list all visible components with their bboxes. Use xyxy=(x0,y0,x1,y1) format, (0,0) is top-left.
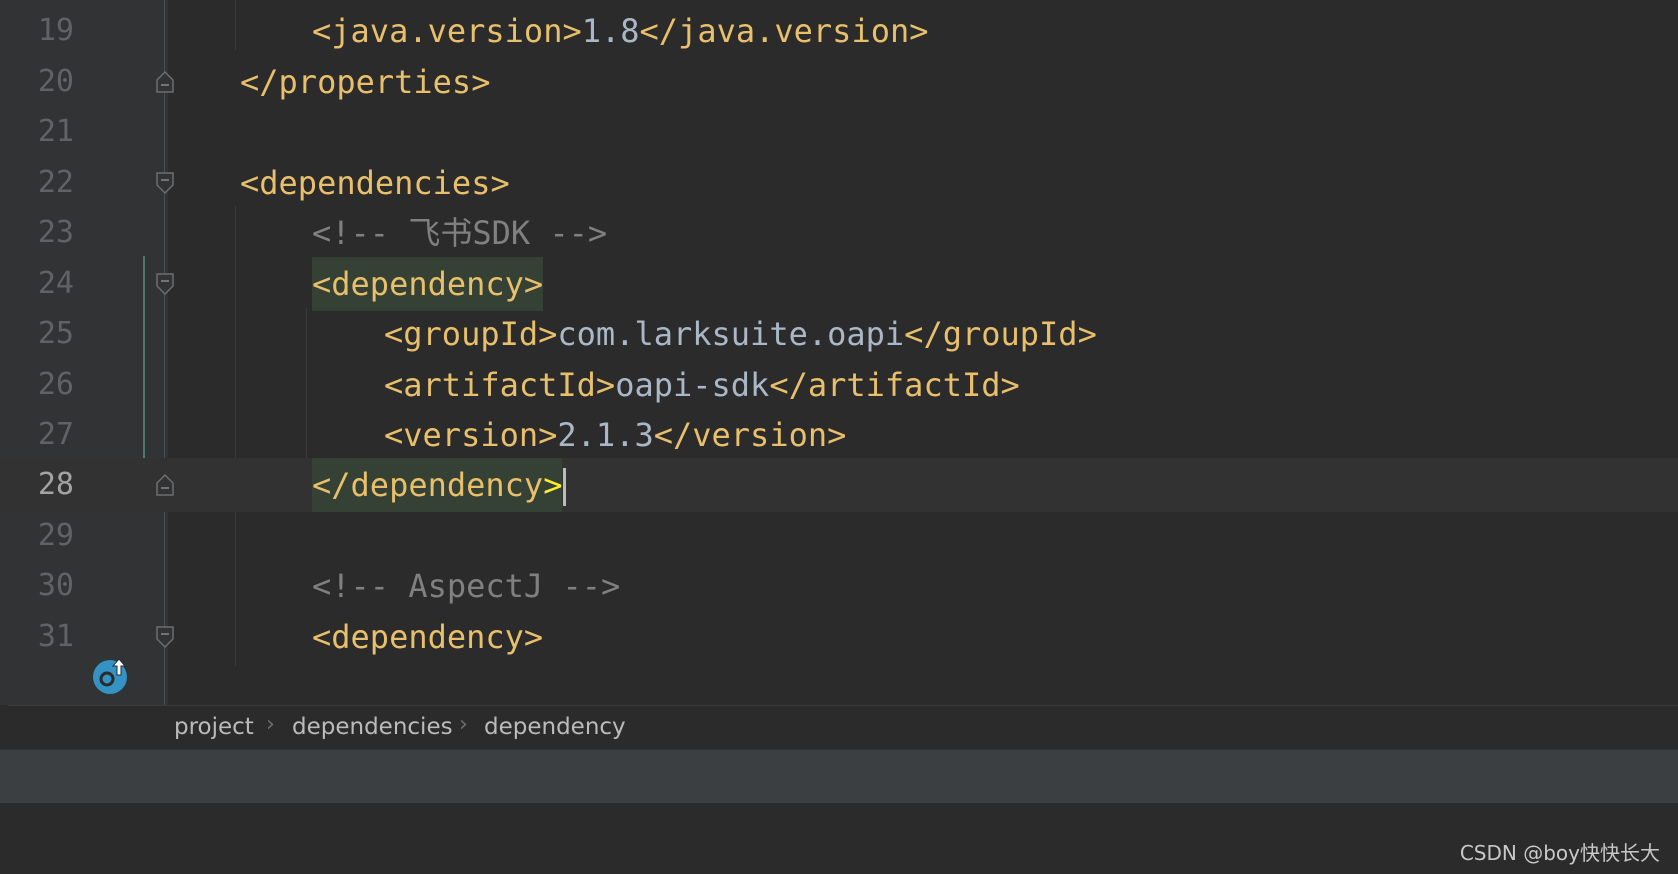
xml-open-tag: <dependency> xyxy=(312,618,544,656)
breadcrumb-item-dependency[interactable]: dependency xyxy=(484,714,626,740)
xml-close-tag: </version> xyxy=(653,416,847,454)
code-line[interactable]: 20 </properties> xyxy=(0,55,1678,109)
code-line[interactable]: 19 <java.version>1.8</java.version> xyxy=(0,4,1678,58)
line-number: 23 xyxy=(37,215,74,250)
line-number: 28 xyxy=(37,467,74,502)
code-text: </properties> xyxy=(240,55,490,109)
breadcrumb: project › dependencies › dependency xyxy=(8,705,1678,749)
xml-value: 1.8 xyxy=(581,12,640,50)
xml-value: com.larksuite.oapi xyxy=(557,315,905,353)
code-text: <dependency> xyxy=(312,610,543,664)
line-number: 29 xyxy=(37,518,74,553)
xml-comment: <!-- AspectJ --> xyxy=(312,567,621,605)
xml-open-tag: <java.version> xyxy=(312,12,582,50)
bottom-panel: CSDN @boy快快长大 xyxy=(0,803,1678,874)
fold-marker-icon[interactable] xyxy=(155,171,175,195)
line-number: 27 xyxy=(37,417,74,452)
code-line[interactable]: 31 <dependency> xyxy=(0,610,1678,664)
code-text: <dependencies> xyxy=(240,156,510,210)
line-number: 22 xyxy=(37,165,74,200)
xml-value: oapi-sdk xyxy=(615,366,770,404)
code-line[interactable]: 27 <version>2.1.3</version> xyxy=(0,408,1678,462)
line-number: 20 xyxy=(37,64,74,99)
line-number: 30 xyxy=(37,568,74,603)
editor-bottom-strip xyxy=(0,749,1678,804)
text-caret xyxy=(563,468,567,506)
code-line[interactable]: 23 <!-- 飞书SDK --> xyxy=(0,206,1678,260)
xml-close-tag: </groupId> xyxy=(904,315,1097,353)
code-text: <artifactId>oapi-sdk</artifactId> xyxy=(384,358,1020,412)
code-line[interactable]: 21 xyxy=(0,105,1678,159)
chevron-right-icon: › xyxy=(459,712,468,737)
code-editor[interactable]: 19 <java.version>1.8</java.version> 20 <… xyxy=(0,0,1678,705)
code-line-current[interactable]: 28 </dependency> xyxy=(0,458,1678,512)
fold-marker-icon[interactable] xyxy=(155,272,175,296)
code-text: </dependency> xyxy=(312,458,567,512)
chevron-right-icon: › xyxy=(266,712,275,737)
xml-close-tag: </artifactId> xyxy=(769,366,1020,404)
fold-marker-icon[interactable] xyxy=(155,625,175,649)
line-number: 19 xyxy=(37,13,74,48)
line-number: 24 xyxy=(37,266,74,301)
xml-close-tag: </java.version> xyxy=(639,12,929,50)
xml-open-tag: <groupId> xyxy=(384,315,558,353)
xml-close-tag: </properties> xyxy=(240,63,491,101)
xml-open-tag: <dependencies> xyxy=(240,164,510,202)
breadcrumb-item-project[interactable]: project xyxy=(174,714,254,740)
code-line[interactable]: 22 <dependencies> xyxy=(0,156,1678,210)
watermark-text: CSDN @boy快快长大 xyxy=(1459,841,1660,865)
code-line[interactable]: 30 <!-- AspectJ --> xyxy=(0,559,1678,613)
override-method-icon[interactable] xyxy=(90,655,130,695)
xml-value: 2.1.3 xyxy=(557,416,654,454)
breadcrumb-item-dependencies[interactable]: dependencies xyxy=(292,714,453,740)
code-text: <java.version>1.8</java.version> xyxy=(312,4,929,58)
fold-marker-icon[interactable] xyxy=(155,473,175,497)
line-number: 25 xyxy=(37,316,74,351)
line-number: 31 xyxy=(37,619,74,654)
fold-marker-icon[interactable] xyxy=(155,70,175,94)
code-text: <version>2.1.3</version> xyxy=(384,408,846,462)
line-number: 21 xyxy=(37,114,74,149)
code-line[interactable]: 29 xyxy=(0,509,1678,563)
xml-open-tag: <version> xyxy=(384,416,558,454)
code-text: <dependency> xyxy=(312,257,544,311)
code-line[interactable]: 26 <artifactId>oapi-sdk</artifactId> xyxy=(0,358,1678,412)
matched-bracket: > xyxy=(543,466,563,504)
code-text: <groupId>com.larksuite.oapi</groupId> xyxy=(384,307,1097,361)
matched-open-tag: <dependency> xyxy=(312,257,544,311)
matched-close-tag: </dependency> xyxy=(312,458,563,512)
code-line[interactable]: 25 <groupId>com.larksuite.oapi</groupId> xyxy=(0,307,1678,361)
close-tag-body: </dependency xyxy=(312,466,544,504)
line-number: 26 xyxy=(37,367,74,402)
code-line[interactable]: 24 <dependency> xyxy=(0,257,1678,311)
xml-open-tag: <artifactId> xyxy=(384,366,616,404)
xml-comment: <!-- 飞书SDK --> xyxy=(312,214,608,252)
